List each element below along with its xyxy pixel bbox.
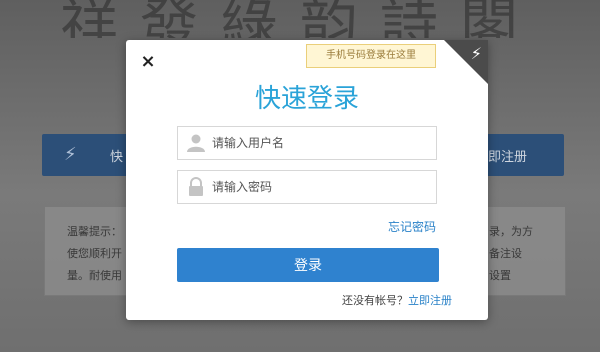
register-row: 还没有帐号？立即注册 xyxy=(342,292,452,308)
register-link[interactable]: 立即注册 xyxy=(408,294,452,307)
notice-line: 录，为方 xyxy=(489,225,533,238)
forgot-password-link[interactable]: 忘记密码 xyxy=(388,218,436,235)
bolt-icon[interactable]: ⚡ xyxy=(471,44,482,63)
login-button[interactable]: 登录 xyxy=(177,248,439,282)
username-input[interactable] xyxy=(212,133,422,153)
phone-login-tip[interactable]: 手机号码登录在这里 xyxy=(306,44,436,68)
dialog-title: 快速登录 xyxy=(254,84,359,114)
notice-line: 温馨提示： xyxy=(67,225,122,238)
notice-line: 备注设 xyxy=(489,247,522,260)
background-register-label: 即注册 xyxy=(488,150,528,165)
notice-line: 设置 xyxy=(489,269,511,282)
username-field[interactable] xyxy=(177,126,437,160)
background-quick-button: ⚡ 快 xyxy=(42,134,128,176)
lock-icon xyxy=(186,177,206,197)
notice-line: 量。耐使用 xyxy=(67,269,122,282)
login-dialog: × 手机号码登录在这里 ⚡ 快速登录 忘记密码 登录 还没有帐号？立即注册 xyxy=(126,40,488,320)
background-quick-label: 快 xyxy=(110,150,124,165)
register-prompt: 还没有帐号？ xyxy=(342,294,408,307)
background-register-button: 即注册 xyxy=(482,134,564,176)
bolt-icon: ⚡ xyxy=(64,144,77,165)
password-field[interactable] xyxy=(177,170,437,204)
user-icon xyxy=(186,133,206,153)
background-calligraphy: 祥發綠韵詩閣 xyxy=(60,0,541,38)
notice-line: 使您顺利开 xyxy=(67,247,122,260)
password-input[interactable] xyxy=(212,177,422,197)
close-icon[interactable]: × xyxy=(140,53,156,71)
